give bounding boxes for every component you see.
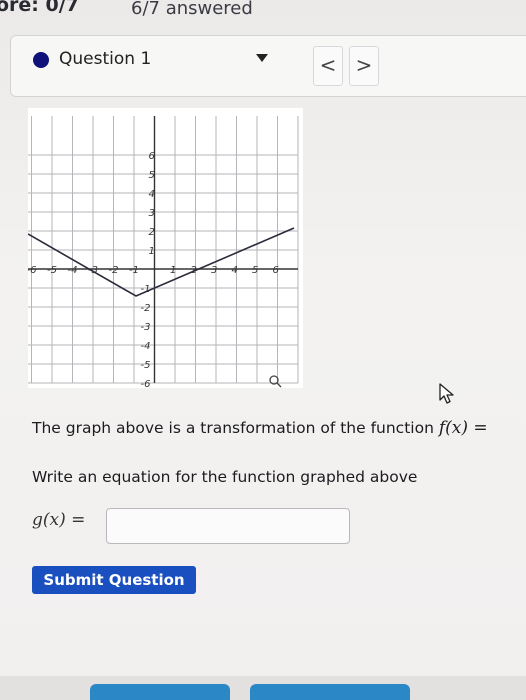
y-tick-label: -3 [141,322,151,333]
x-tick-label: -2 [109,265,119,276]
question-status-dot [33,52,49,68]
problem-statement: The graph above is a transformation of t… [32,418,488,438]
problem-text: The graph above is a transformation of t… [32,419,439,437]
x-tick-label: 4 [232,265,238,276]
mouse-pointer-icon [439,383,454,404]
status-header: ore: 0/7 6/7 answered [0,0,526,24]
y-tick-label: -4 [141,341,151,352]
y-tick-label: 4 [149,189,155,200]
x-tick-label: -6 [28,265,36,276]
function-expression: f(x) = [438,418,488,438]
bottom-tab-right [250,684,410,700]
function-graph: -6-5-4-3-2-1123456 654321-1-2-3-4-5-6 [27,108,303,390]
score-text: ore: 0/7 [0,0,79,16]
x-tick-label: 5 [252,265,258,276]
y-tick-label: -5 [141,360,151,371]
x-tick-label: 3 [211,265,217,276]
y-tick-label: 2 [149,227,155,238]
next-question-button[interactable]: > [349,46,379,86]
x-tick-label: 1 [170,265,176,276]
question-label: Question 1 [59,49,152,69]
y-tick-label: 5 [149,170,155,181]
y-tick-label: -6 [141,379,151,388]
y-tick-label: 3 [149,208,155,219]
previous-question-button[interactable]: < [313,46,343,86]
answered-count: 6/7 answered [131,0,253,19]
answer-input[interactable] [106,508,350,544]
y-tick-label: -2 [141,303,151,314]
answer-label: g(x) = [32,510,86,530]
x-tick-label: -5 [47,265,57,276]
y-tick-label: 6 [149,151,155,162]
y-tick-label: 1 [149,246,155,257]
question-selector[interactable]: Question 1 < > [10,35,526,97]
submit-question-button[interactable]: Submit Question [32,566,196,594]
bottom-tab-left [90,684,230,700]
x-tick-label: 6 [273,265,279,276]
problem-prompt: Write an equation for the function graph… [32,468,418,486]
graph-svg: -6-5-4-3-2-1123456 654321-1-2-3-4-5-6 [27,108,303,390]
x-tick-label: -4 [68,265,78,276]
dropdown-caret-icon[interactable] [256,54,268,62]
x-tick-label: -1 [129,265,139,276]
